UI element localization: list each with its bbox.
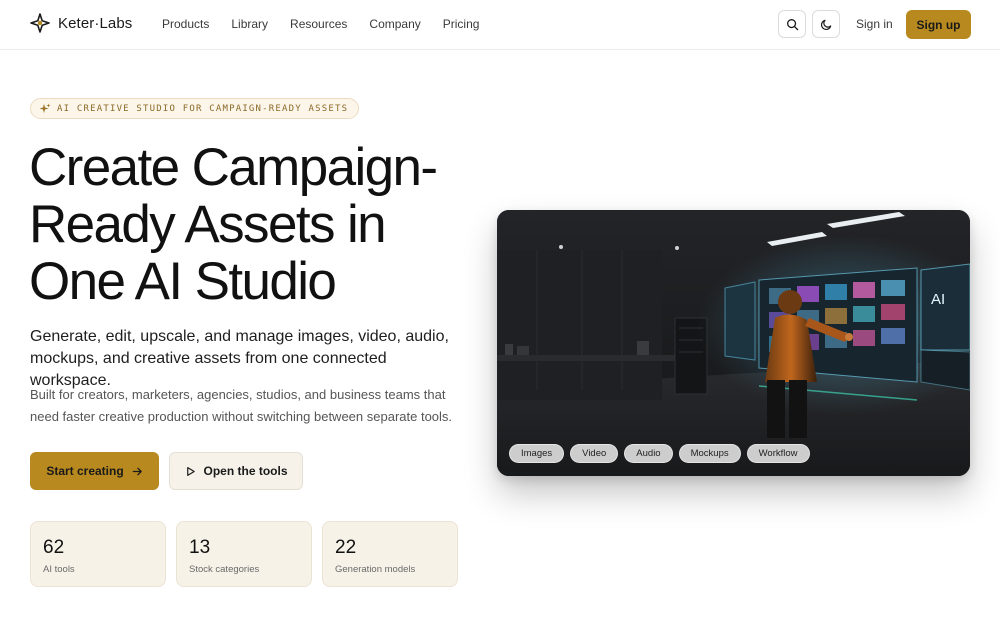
chip-mockups[interactable]: Mockups [678, 444, 741, 463]
nav-resources[interactable]: Resources [290, 17, 347, 31]
stat-value: 22 [335, 537, 357, 558]
nav-company[interactable]: Company [369, 17, 420, 31]
stat-card-stock-categories: 13 Stock categories [176, 521, 312, 587]
open-tools-button[interactable]: Open the tools [169, 452, 303, 490]
studio-scene-illustration: AI [497, 210, 970, 476]
brand-name: Keter·Labs [58, 14, 133, 32]
media-type-chips: Images Video Audio Mockups Workflow [509, 444, 810, 463]
theme-toggle-button[interactable] [812, 10, 840, 38]
diamond-sparkle-icon [30, 13, 50, 33]
stat-label: Generation models [335, 564, 416, 575]
chip-video[interactable]: Video [570, 444, 619, 463]
brand-logo[interactable]: Keter·Labs [30, 13, 132, 33]
stat-label: AI tools [43, 564, 75, 575]
moon-icon [820, 19, 831, 30]
stat-label: Stock categories [189, 564, 260, 575]
hero-title: Create Campaign- Ready Assets in One AI … [29, 139, 479, 310]
hero-title-line-2: Ready Assets in [29, 195, 387, 254]
nav-pricing[interactable]: Pricing [443, 17, 480, 31]
stat-value: 62 [43, 537, 65, 558]
start-creating-label: Start creating [46, 464, 124, 478]
sign-up-button[interactable]: Sign up [906, 10, 971, 39]
stat-card-generation-models: 22 Generation models [322, 521, 458, 587]
sparkles-icon [39, 103, 51, 113]
chip-images[interactable]: Images [509, 444, 565, 463]
chip-workflow[interactable]: Workflow [746, 444, 810, 463]
hero-title-line-1: Create Campaign- [29, 138, 438, 197]
arrow-right-icon [132, 467, 142, 475]
start-creating-button[interactable]: Start creating [30, 452, 159, 490]
stat-value: 13 [189, 537, 211, 558]
nav-products[interactable]: Products [162, 17, 209, 31]
open-tools-label: Open the tools [203, 464, 288, 478]
sign-in-link[interactable]: Sign in [856, 17, 893, 31]
play-icon [186, 466, 195, 476]
hero-badge-text: AI CREATIVE STUDIO FOR CAMPAIGN-READY AS… [57, 103, 349, 114]
search-icon [786, 18, 798, 30]
hero-badge: AI CREATIVE STUDIO FOR CAMPAIGN-READY AS… [30, 98, 360, 119]
main-nav: Products Library Resources Company Prici… [162, 17, 501, 31]
hero-title-line-3: One AI Studio [29, 252, 337, 311]
hero-subtitle: Generate, edit, upscale, and manage imag… [30, 328, 449, 389]
search-button[interactable] [778, 10, 806, 38]
screen-ai-badge: AI [931, 291, 945, 308]
site-header: Keter·Labs Products Library Resources Co… [0, 0, 1000, 50]
hero-studio-image: AI Images Video Audio Mockups Workflow [497, 210, 970, 476]
hero-description: Built for creators, marketers, agencies,… [30, 387, 453, 424]
stat-card-ai-tools: 62 AI tools [30, 521, 166, 587]
chip-audio[interactable]: Audio [624, 444, 673, 463]
nav-library[interactable]: Library [231, 17, 268, 31]
